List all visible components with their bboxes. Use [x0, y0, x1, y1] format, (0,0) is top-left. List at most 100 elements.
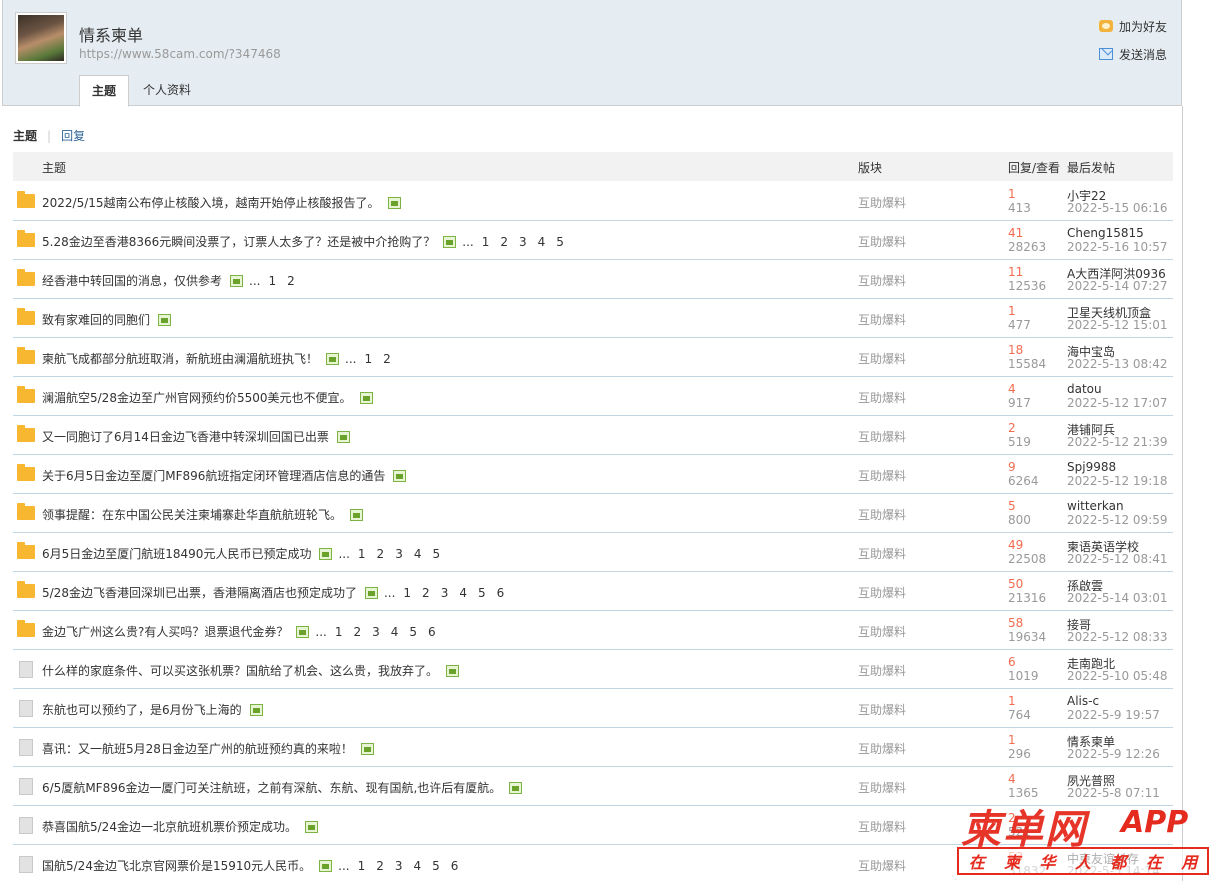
forum-link[interactable]: 互助爆料: [858, 701, 906, 718]
profile-url[interactable]: https://www.58cam.com/?347468: [79, 47, 281, 61]
forum-link[interactable]: 互助爆料: [858, 740, 906, 757]
page-ellipsis: ...: [383, 585, 396, 600]
forum-link[interactable]: 互助爆料: [858, 545, 906, 562]
forum-link[interactable]: 互助爆料: [858, 428, 906, 445]
page-link[interactable]: 5: [409, 625, 417, 639]
thread-link[interactable]: 恭喜国航5/24金边一北京航班机票价预定成功。: [42, 818, 297, 835]
last-post-user[interactable]: datou: [1067, 382, 1102, 396]
page-link[interactable]: 1: [268, 274, 276, 288]
forum-link[interactable]: 互助爆料: [858, 311, 906, 328]
thread-link[interactable]: 澜湄航空5/28金边至广州官网预约价5500美元也不便宜。: [42, 389, 352, 406]
thread-title: 致有家难回的同胞们: [42, 311, 172, 328]
tab-profile[interactable]: 个人资料: [131, 75, 203, 107]
thread-link[interactable]: 金边飞广州这么贵?有人买吗？退票退代金券？: [42, 623, 288, 640]
table-row: 什么样的家庭条件、可以买这张机票？国航给了机会、这么贵，我放弃了。 互助爆料 6 10…: [13, 650, 1173, 689]
tab-topics[interactable]: 主题: [79, 75, 130, 107]
page-link[interactable]: 2: [500, 235, 508, 249]
forum-link[interactable]: 互助爆料: [858, 584, 906, 601]
page-link[interactable]: 3: [519, 235, 527, 249]
page-link[interactable]: 1: [403, 586, 411, 600]
add-friend-button[interactable]: 加为好友: [1098, 17, 1167, 35]
thread-link[interactable]: 国航5/24金边飞北京官网票价是15910元人民币。: [42, 857, 311, 874]
forum-link[interactable]: 互助爆料: [858, 467, 906, 484]
forum-link[interactable]: 互助爆料: [858, 818, 906, 835]
page-link[interactable]: 2: [353, 625, 361, 639]
forum-link[interactable]: 互助爆料: [858, 350, 906, 367]
page-link[interactable]: 3: [395, 859, 403, 873]
page-link[interactable]: 5: [478, 586, 486, 600]
thread-link[interactable]: 6/5厦航MF896金边一厦门可关注航班，之前有深航、东航、现有国航,也许后有厦…: [42, 779, 501, 796]
last-post-user[interactable]: Spj9988: [1067, 460, 1116, 474]
table-row: 领事提醒：在东中国公民关注柬埔寨赴华直航航班轮飞。 互助爆料 5 800 witterk…: [13, 494, 1173, 533]
forum-link[interactable]: 互助爆料: [858, 272, 906, 289]
view-count: 521: [1008, 825, 1031, 839]
page-link[interactable]: 6: [451, 859, 459, 873]
page-link[interactable]: 2: [377, 547, 385, 561]
thread-link[interactable]: 经香港中转回国的消息，仅供参考: [42, 272, 222, 289]
thread-link[interactable]: 6月5日金边至厦门航班18490元人民币已预定成功: [42, 545, 311, 562]
thread-link[interactable]: 领事提醒：在东中国公民关注柬埔寨赴华直航航班轮飞。: [42, 506, 342, 523]
thread-title: 又一同胞订了6月14日金边飞香港中转深圳回国已出票: [42, 428, 350, 445]
last-post-user[interactable]: Alis-c: [1067, 694, 1099, 708]
thread-link[interactable]: 喜讯：又一航班5月28日金边至广州的航班预约真的来啦！: [42, 740, 353, 757]
page-link[interactable]: 2: [287, 274, 295, 288]
thread-link[interactable]: 关于6月5日金边至厦门MF896航班指定闭环管理酒店信息的通告: [42, 467, 385, 484]
page-links: ... 1 2 3 4 5 6: [315, 625, 446, 639]
page-link[interactable]: 3: [441, 586, 449, 600]
thread-link[interactable]: 2022/5/15越南公布停止核酸入境，越南开始停止核酸报告了。: [42, 194, 380, 211]
subnav-replies[interactable]: 回复: [61, 127, 85, 144]
subnav-topics[interactable]: 主题: [13, 127, 37, 144]
page-link[interactable]: 5: [432, 547, 440, 561]
page-link[interactable]: 1: [482, 235, 490, 249]
forum-link[interactable]: 互助爆料: [858, 194, 906, 211]
page-link[interactable]: 4: [414, 859, 422, 873]
forum-link[interactable]: 互助爆料: [858, 779, 906, 796]
page-link[interactable]: 1: [364, 352, 372, 366]
reply-count: 1: [1008, 733, 1016, 747]
thread-link[interactable]: 什么样的家庭条件、可以买这张机票？国航给了机会、这么贵，我放弃了。: [42, 662, 438, 679]
forum-link[interactable]: 互助爆料: [858, 662, 906, 679]
forum-link[interactable]: 互助爆料: [858, 623, 906, 640]
thread-title: 澜湄航空5/28金边至广州官网预约价5500美元也不便宜。: [42, 389, 373, 406]
page-link[interactable]: 1: [358, 547, 366, 561]
thread-link[interactable]: 致有家难回的同胞们: [42, 311, 150, 328]
thread-link[interactable]: 柬航飞成都部分航班取消，新航班由澜湄航班执飞！: [42, 350, 318, 367]
view-count: 917: [1008, 396, 1031, 410]
last-post-user[interactable]: Cheng15815: [1067, 226, 1144, 240]
thread-link[interactable]: 5.28金边至香港8366元瞬间没票了，订票人太多了？还是被中介抢购了？: [42, 233, 435, 250]
last-post-user[interactable]: witterkan: [1067, 499, 1124, 513]
page-link[interactable]: 1: [358, 859, 366, 873]
send-message-button[interactable]: 发送消息: [1098, 45, 1167, 63]
forum-link[interactable]: 互助爆料: [858, 857, 906, 874]
forum-link[interactable]: 互助爆料: [858, 233, 906, 250]
page-link[interactable]: 2: [376, 859, 384, 873]
page-link[interactable]: 2: [383, 352, 391, 366]
reply-count: 4: [1008, 772, 1016, 786]
reply-count: 2: [1008, 421, 1016, 435]
avatar[interactable]: [15, 12, 67, 64]
thread-link[interactable]: 又一同胞订了6月14日金边飞香港中转深圳回国已出票: [42, 428, 329, 445]
page-link[interactable]: 4: [538, 235, 546, 249]
page-link[interactable]: 6: [497, 586, 505, 600]
page-link[interactable]: 4: [414, 547, 422, 561]
page-link[interactable]: 4: [459, 586, 467, 600]
page-link[interactable]: 3: [395, 547, 403, 561]
reply-count: 2: [1008, 811, 1016, 825]
table-row: 柬航飞成都部分航班取消，新航班由澜湄航班执飞！... 1 2 互助爆料 18 15584 海…: [13, 338, 1173, 377]
last-post-time: 2022-5-12 08:41: [1067, 552, 1168, 566]
page-link[interactable]: 1: [335, 625, 343, 639]
page-link[interactable]: 2: [422, 586, 430, 600]
forum-link[interactable]: 互助爆料: [858, 389, 906, 406]
table-row: 金边飞广州这么贵?有人买吗？退票退代金券？... 1 2 3 4 5 6 互助爆料 58 1963…: [13, 611, 1173, 650]
page-link[interactable]: 5: [556, 235, 564, 249]
thread-link[interactable]: 东航也可以预约了，是6月份飞上海的: [42, 701, 242, 718]
page-link[interactable]: 5: [432, 859, 440, 873]
add-friend-icon: [1098, 20, 1113, 32]
image-attachment-icon: [443, 235, 457, 248]
page-link[interactable]: 4: [391, 625, 399, 639]
forum-link[interactable]: 互助爆料: [858, 506, 906, 523]
thread-link[interactable]: 5/28金边飞香港回深圳已出票，香港隔离酒店也预定成功了: [42, 584, 357, 601]
thread-title: 喜讯：又一航班5月28日金边至广州的航班预约真的来啦！: [42, 740, 374, 757]
page-link[interactable]: 3: [372, 625, 380, 639]
page-link[interactable]: 6: [428, 625, 436, 639]
